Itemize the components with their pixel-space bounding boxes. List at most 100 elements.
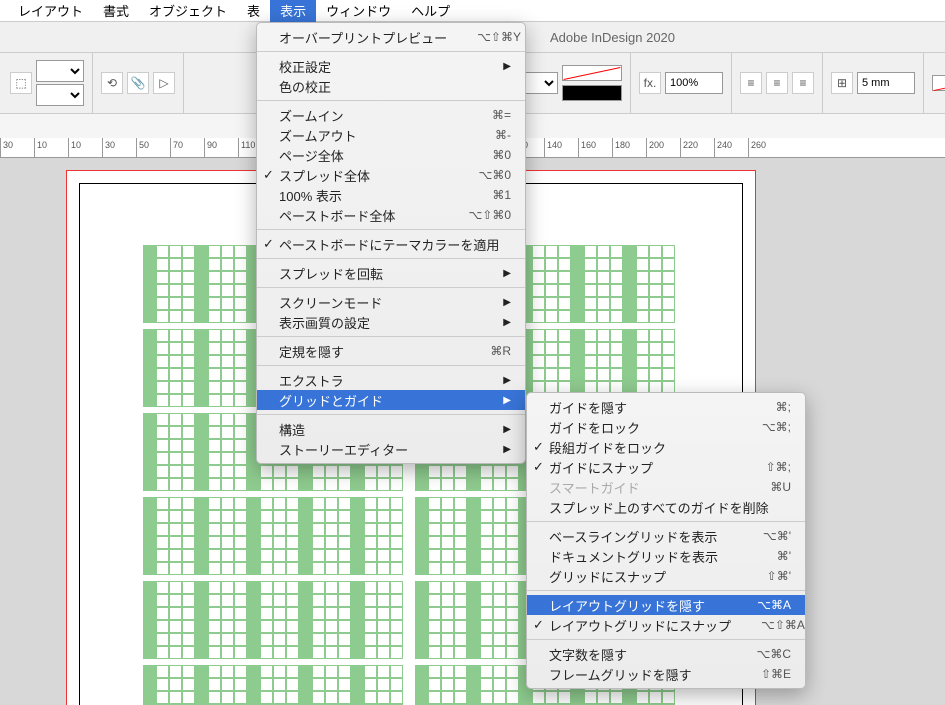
menu-item[interactable]: ガイドを隠す⌘; bbox=[527, 397, 805, 417]
menu-item-label: オーバープリントプレビュー bbox=[279, 28, 447, 47]
menu-item-label: グリッドにスナップ bbox=[549, 567, 666, 586]
menu-item-label: スクリーンモード bbox=[279, 293, 382, 312]
menu-item[interactable]: ペーストボード全体 ⌥⇧⌘0 bbox=[257, 205, 525, 225]
menu-item[interactable]: ベースライングリッドを表示 ⌥⌘' bbox=[527, 526, 805, 546]
menu-shortcut: ⌘0 bbox=[462, 148, 511, 162]
opacity-input[interactable] bbox=[665, 72, 723, 94]
menu-shortcut: ⌥⇧⌘Y bbox=[447, 30, 521, 44]
menu-item-label: 色の校正 bbox=[279, 77, 331, 96]
menu-item[interactable]: ✓ガイドにスナップ⇧⌘; bbox=[527, 457, 805, 477]
submenu-arrow-icon: ▶ bbox=[473, 317, 511, 328]
submenu-arrow-icon: ▶ bbox=[473, 61, 511, 72]
ruler-tick: 10 bbox=[34, 138, 68, 158]
menu-item[interactable]: ストーリーエディター ▶ bbox=[257, 439, 525, 459]
menu-item[interactable]: 定規を隠す⌘R bbox=[257, 341, 525, 361]
view-menu-dropdown: オーバープリントプレビュー⌥⇧⌘Y校正設定▶色の校正ズームイン⌘=ズームアウト⌘… bbox=[256, 22, 526, 464]
align-left-icon[interactable]: ≡ bbox=[740, 72, 762, 94]
grid-icon[interactable]: ⊞ bbox=[831, 72, 853, 94]
attach-icon[interactable]: 📎 bbox=[127, 72, 149, 94]
menu-item[interactable]: 構造 ▶ bbox=[257, 419, 525, 439]
submenu-arrow-icon: ▶ bbox=[473, 268, 511, 279]
menu-item[interactable]: スマートガイド⌘U bbox=[527, 477, 805, 497]
rotate-icon[interactable]: ⟲ bbox=[101, 72, 123, 94]
menu-item[interactable]: ✓スプレッド全体⌥⌘0 bbox=[257, 165, 525, 185]
menu-item[interactable]: スプレッド上のすべてのガイドを削除 bbox=[527, 497, 805, 517]
menu-item[interactable]: ✓ペーストボードにテーマカラーを適用 bbox=[257, 234, 525, 254]
menu-item-label: エクストラ bbox=[279, 371, 344, 390]
menu-item[interactable]: ドキュメントグリッドを表示 ⌘' bbox=[527, 546, 805, 566]
menu-item[interactable]: ✓段組ガイドをロック bbox=[527, 437, 805, 457]
menu-view[interactable]: 表示 bbox=[270, 0, 316, 22]
menu-item[interactable]: 表示画質の設定 ▶ bbox=[257, 312, 525, 332]
submenu-arrow-icon: ▶ bbox=[473, 424, 511, 435]
size-input[interactable] bbox=[857, 72, 915, 94]
menu-shortcut: ⌥⇧⌘0 bbox=[438, 208, 511, 222]
ruler-tick: 140 bbox=[544, 138, 578, 158]
menu-help[interactable]: ヘルプ bbox=[401, 0, 460, 22]
menu-item[interactable]: 100% 表示⌘1 bbox=[257, 185, 525, 205]
menu-item[interactable]: ガイドをロック⌥⌘; bbox=[527, 417, 805, 437]
submenu-arrow-icon: ▶ bbox=[473, 444, 511, 455]
menu-item[interactable]: レイアウトグリッドを隠す⌥⌘A bbox=[527, 595, 805, 615]
menu-item-label: 表示画質の設定 bbox=[279, 313, 370, 332]
menu-item[interactable]: ズームアウト⌘- bbox=[257, 125, 525, 145]
menu-item-label: ベースライングリッドを表示 bbox=[549, 527, 717, 546]
menubar: レイアウト 書式 オブジェクト 表 表示 ウィンドウ ヘルプ bbox=[0, 0, 945, 22]
menu-item[interactable]: スプレッドを回転▶ bbox=[257, 263, 525, 283]
align-right-icon[interactable]: ≡ bbox=[792, 72, 814, 94]
menu-item[interactable]: エクストラ▶ bbox=[257, 370, 525, 390]
swatch-2[interactable] bbox=[932, 75, 945, 91]
fx-icon[interactable]: fx. bbox=[639, 72, 661, 94]
menu-item-label: ドキュメントグリッドを表示 bbox=[549, 547, 718, 566]
menu-type[interactable]: 書式 bbox=[93, 0, 139, 22]
menu-item-label: スマートガイド bbox=[549, 478, 640, 497]
menu-shortcut: ⌘' bbox=[747, 549, 791, 563]
menu-item[interactable]: グリッドとガイド▶ bbox=[257, 390, 525, 410]
ruler-tick: 160 bbox=[578, 138, 612, 158]
menu-item-label: ペーストボード全体 bbox=[279, 206, 395, 225]
menu-table[interactable]: 表 bbox=[237, 0, 270, 22]
menu-item[interactable]: 校正設定▶ bbox=[257, 56, 525, 76]
fill-none-swatch[interactable] bbox=[562, 65, 622, 81]
menu-item[interactable]: 色の校正 bbox=[257, 76, 525, 96]
menu-item-label: スプレッド上のすべてのガイドを削除 bbox=[549, 498, 769, 517]
menu-item-label: レイアウトグリッドにスナップ bbox=[549, 616, 731, 635]
menu-item-label: ズームイン bbox=[279, 106, 344, 125]
link-icon[interactable]: ⬚ bbox=[10, 72, 32, 94]
ruler-tick: 10 bbox=[68, 138, 102, 158]
menu-item[interactable]: グリッドにスナップ ⇧⌘' bbox=[527, 566, 805, 586]
menu-shortcut: ⌘; bbox=[746, 400, 791, 414]
menu-item[interactable]: ✓レイアウトグリッドにスナップ⌥⇧⌘A bbox=[527, 615, 805, 635]
menu-item[interactable]: フレームグリッドを隠す ⇧⌘E bbox=[527, 664, 805, 684]
stroke-swatch[interactable] bbox=[562, 85, 622, 101]
menu-item[interactable]: オーバープリントプレビュー⌥⇧⌘Y bbox=[257, 27, 525, 47]
menu-item[interactable]: 文字数を隠す⌥⌘C bbox=[527, 644, 805, 664]
menu-item-label: 文字数を隠す bbox=[549, 645, 627, 664]
flip-icon[interactable]: ▷ bbox=[153, 72, 175, 94]
menu-layout[interactable]: レイアウト bbox=[8, 0, 93, 22]
menu-item-label: ページ全体 bbox=[279, 146, 344, 165]
field-1[interactable] bbox=[36, 60, 84, 82]
menu-item-label: ズームアウト bbox=[279, 126, 357, 145]
menu-item[interactable]: スクリーンモード▶ bbox=[257, 292, 525, 312]
menu-item[interactable]: ズームイン⌘= bbox=[257, 105, 525, 125]
ruler-tick: 180 bbox=[612, 138, 646, 158]
menu-item-label: 構造 bbox=[279, 420, 305, 439]
ruler-tick: 70 bbox=[170, 138, 204, 158]
menu-shortcut: ⇧⌘E bbox=[731, 667, 791, 681]
menu-item[interactable]: ページ全体 ⌘0 bbox=[257, 145, 525, 165]
ruler-tick: 200 bbox=[646, 138, 680, 158]
ruler-tick: 220 bbox=[680, 138, 714, 158]
menu-window[interactable]: ウィンドウ bbox=[316, 0, 401, 22]
menu-shortcut: ⌥⌘' bbox=[733, 529, 791, 543]
menu-object[interactable]: オブジェクト bbox=[139, 0, 237, 22]
submenu-arrow-icon: ▶ bbox=[473, 395, 511, 406]
menu-item-label: スプレッド全体 bbox=[279, 166, 370, 185]
field-2[interactable] bbox=[36, 84, 84, 106]
menu-item-label: ガイドにスナップ bbox=[549, 458, 653, 477]
ruler-tick: 260 bbox=[748, 138, 782, 158]
menu-shortcut: ⇧⌘' bbox=[737, 569, 791, 583]
align-center-icon[interactable]: ≡ bbox=[766, 72, 788, 94]
menu-item-label: ストーリーエディター bbox=[279, 440, 408, 459]
menu-item-label: フレームグリッドを隠す bbox=[549, 665, 692, 684]
